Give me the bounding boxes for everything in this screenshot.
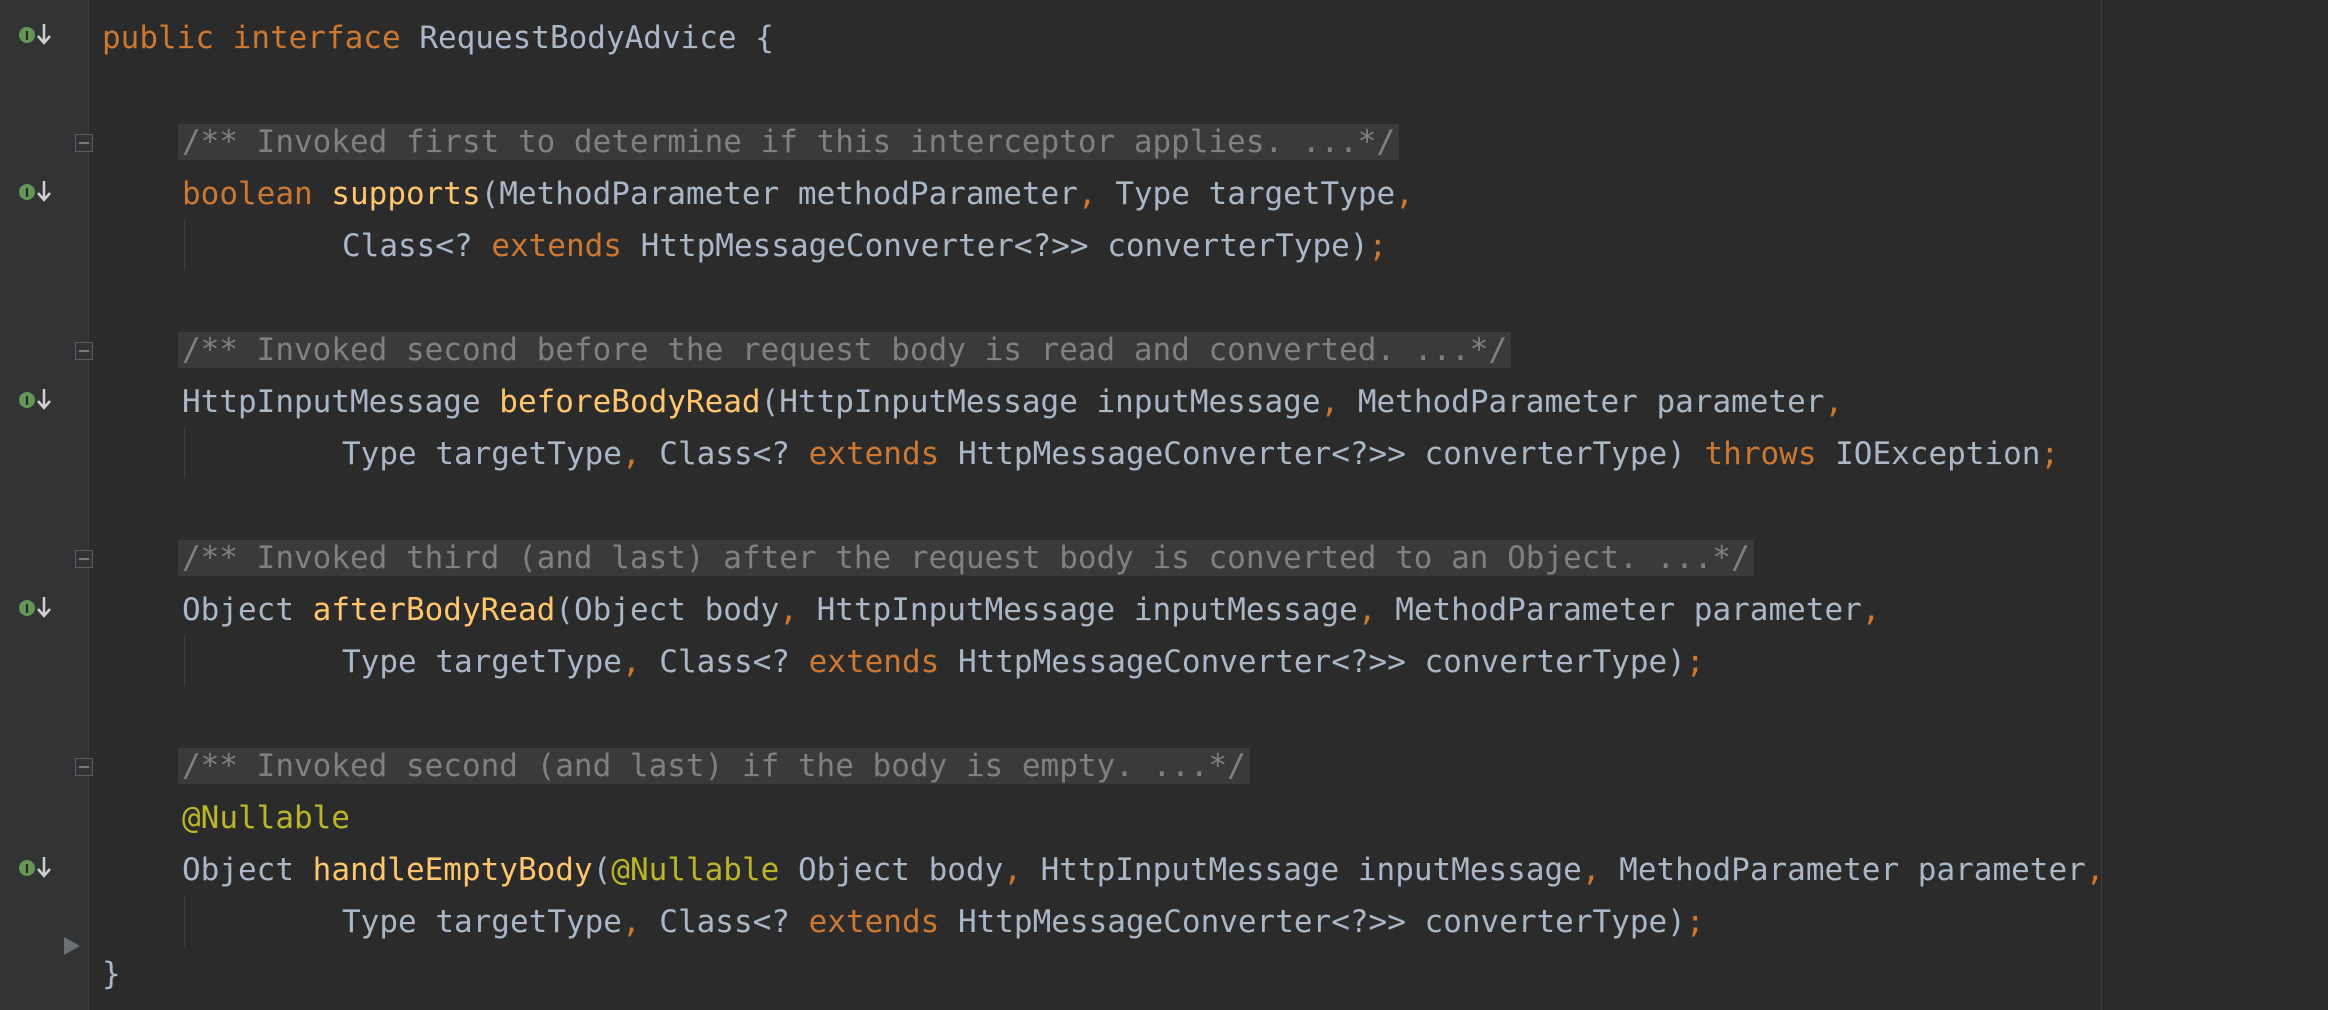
code-line-handle-empty-body-continuation[interactable]: Type targetType, Class<? extends HttpMes…: [342, 896, 1705, 948]
comma: ,: [1357, 592, 1377, 628]
fold-end-arrow-icon[interactable]: [64, 937, 80, 955]
keyword-extends: extends: [808, 644, 940, 680]
interface-name: RequestBodyAdvice: [419, 20, 737, 56]
code-line-interface-declaration[interactable]: public interface RequestBodyAdvice {: [102, 12, 774, 64]
params: HttpMessageConverter<?>> converterType): [621, 228, 1369, 264]
implemented-method-icon[interactable]: I: [16, 385, 56, 415]
code-line-after-body-read-continuation[interactable]: Type targetType, Class<? extends HttpMes…: [342, 636, 1705, 688]
keyword-public: public: [102, 20, 214, 56]
params: Type targetType: [1096, 176, 1396, 212]
comma: ,: [1003, 852, 1022, 888]
close-brace: }: [102, 956, 121, 992]
params: HttpMessageConverter<?>> converterType): [939, 644, 1686, 680]
params: Type targetType: [342, 904, 622, 940]
code-area[interactable]: public interface RequestBodyAdvice { /**…: [102, 0, 2328, 1010]
code-line-folded-javadoc[interactable]: /** Invoked first to determine if this i…: [178, 116, 1400, 168]
exception-type: IOException: [1816, 436, 2041, 472]
comma: ,: [1581, 852, 1601, 888]
fold-toggle-icon[interactable]: [75, 758, 93, 776]
params: HttpInputMessage inputMessage: [797, 592, 1358, 628]
params: Type targetType: [342, 436, 622, 472]
params: HttpMessageConverter<?>> converterType): [939, 904, 1686, 940]
comma: ,: [2085, 852, 2105, 888]
open-brace: {: [755, 20, 774, 56]
code-line-after-body-read[interactable]: Object afterBodyRead(Object body, HttpIn…: [182, 584, 1880, 636]
comma: ,: [621, 644, 641, 680]
svg-text:I: I: [25, 602, 29, 616]
code-line-folded-javadoc[interactable]: /** Invoked third (and last) after the r…: [178, 532, 1754, 584]
params: (HttpInputMessage inputMessage: [760, 384, 1321, 420]
code-line-folded-javadoc[interactable]: /** Invoked second (and last) if the bod…: [178, 740, 1250, 792]
semicolon: ;: [2040, 436, 2060, 472]
code-line-nullable-annotation[interactable]: @Nullable: [182, 792, 350, 844]
return-type: boolean: [182, 176, 313, 212]
params: Object body: [779, 852, 1004, 888]
svg-text:I: I: [25, 862, 29, 876]
params: MethodParameter parameter: [1600, 852, 2086, 888]
params: (Object body: [555, 592, 780, 628]
fold-toggle-icon[interactable]: [75, 134, 93, 152]
comma: ,: [1077, 176, 1097, 212]
return-type: Object: [182, 592, 313, 628]
annotation-nullable: @Nullable: [182, 800, 350, 836]
method-name-handle-empty-body: handleEmptyBody: [312, 852, 593, 888]
return-type: HttpInputMessage: [182, 384, 500, 420]
keyword-extends: extends: [491, 228, 622, 264]
params: (MethodParameter methodParameter: [480, 176, 1078, 212]
method-name-after-body-read: afterBodyRead: [312, 592, 556, 628]
comma: ,: [621, 904, 641, 940]
comma: ,: [1320, 384, 1340, 420]
method-name-supports: supports: [331, 176, 481, 212]
code-line-folded-javadoc[interactable]: /** Invoked second before the request bo…: [178, 324, 1512, 376]
code-line-before-body-read-continuation[interactable]: Type targetType, Class<? extends HttpMes…: [342, 428, 2059, 480]
implemented-method-icon[interactable]: I: [16, 593, 56, 623]
return-type: Object: [182, 852, 313, 888]
svg-text:I: I: [25, 394, 29, 408]
folded-javadoc-handle-empty-body[interactable]: /** Invoked second (and last) if the bod…: [178, 748, 1250, 784]
params: MethodParameter parameter: [1376, 592, 1862, 628]
semicolon: ;: [1685, 904, 1705, 940]
params: HttpInputMessage inputMessage: [1021, 852, 1582, 888]
keyword-extends: extends: [808, 904, 940, 940]
folded-javadoc-supports[interactable]: /** Invoked first to determine if this i…: [178, 124, 1400, 160]
comma: ,: [1861, 592, 1881, 628]
comma: ,: [1824, 384, 1844, 420]
params: Class<?: [640, 904, 809, 940]
implemented-method-icon[interactable]: I: [16, 20, 56, 50]
semicolon: ;: [1685, 644, 1705, 680]
code-line-handle-empty-body[interactable]: Object handleEmptyBody(@Nullable Object …: [182, 844, 2104, 896]
params: Type targetType: [342, 644, 622, 680]
comma: ,: [621, 436, 641, 472]
code-line-supports-continuation[interactable]: Class<? extends HttpMessageConverter<?>>…: [342, 220, 1387, 272]
comma: ,: [1395, 176, 1414, 212]
code-editor[interactable]: I I I I I public interface RequestBodyAd…: [0, 0, 2328, 1010]
method-name-before-body-read: beforeBodyRead: [499, 384, 761, 420]
code-line-before-body-read[interactable]: HttpInputMessage beforeBodyRead(HttpInpu…: [182, 376, 1843, 428]
params: MethodParameter parameter: [1339, 384, 1825, 420]
implemented-method-icon[interactable]: I: [16, 177, 56, 207]
keyword-extends: extends: [808, 436, 940, 472]
params: Class<?: [342, 228, 492, 264]
comma: ,: [779, 592, 798, 628]
fold-toggle-icon[interactable]: [75, 550, 93, 568]
annotation-nullable: @Nullable: [611, 852, 780, 888]
code-line-closing-brace[interactable]: }: [102, 948, 121, 1000]
keyword-interface: interface: [232, 20, 401, 56]
params: Class<?: [640, 436, 809, 472]
folded-javadoc-before-body-read[interactable]: /** Invoked second before the request bo…: [178, 332, 1512, 368]
folded-javadoc-after-body-read[interactable]: /** Invoked third (and last) after the r…: [178, 540, 1754, 576]
fold-toggle-icon[interactable]: [75, 342, 93, 360]
code-line-supports[interactable]: boolean supports(MethodParameter methodP…: [182, 168, 1414, 220]
params: Class<?: [640, 644, 809, 680]
implemented-method-icon[interactable]: I: [16, 853, 56, 883]
svg-text:I: I: [25, 186, 29, 200]
semicolon: ;: [1368, 228, 1388, 264]
open-paren: (: [592, 852, 612, 888]
svg-text:I: I: [25, 29, 29, 43]
keyword-throws: throws: [1704, 436, 1817, 472]
params: HttpMessageConverter<?>> converterType): [939, 436, 1705, 472]
